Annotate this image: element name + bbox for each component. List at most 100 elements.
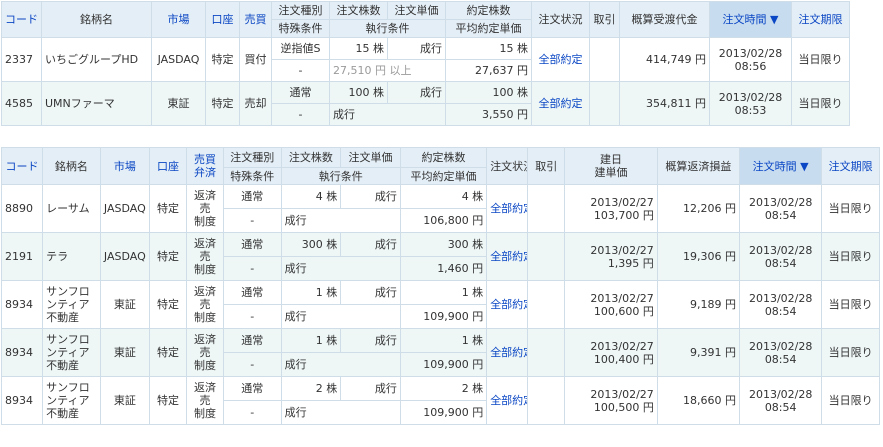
header-avg-price: 平均約定単価 [399, 167, 488, 185]
header-status: 注文状況 [486, 147, 529, 185]
side-line: 制度 [194, 311, 217, 324]
name-line: ンティア [46, 346, 90, 359]
exec-cond-cell: 成行 [280, 304, 401, 329]
header-open: 建日 建単価 [564, 147, 658, 185]
order-type-cell: 通常 [223, 232, 282, 257]
order-date: 2013/02/28 [718, 46, 783, 60]
code-cell: 8934 [0, 280, 44, 329]
price-cell: 成行 [340, 328, 401, 353]
pl-cell: 9,391 円 [656, 328, 741, 377]
status-cell[interactable]: 全部約定 [486, 376, 529, 425]
header-code[interactable]: コード [0, 147, 44, 185]
filled-cell: 100 株 [445, 81, 532, 104]
header-expiry[interactable]: 注文期限 [791, 1, 850, 38]
market-cell: 東証 [151, 81, 206, 126]
status-link[interactable]: 全部約定 [490, 250, 527, 263]
header-code[interactable]: コード [1, 1, 42, 38]
status-link[interactable]: 全部約定 [490, 202, 527, 215]
avg-price-cell: 3,550 円 [445, 103, 532, 126]
open-date: 2013/02/27 [590, 387, 654, 401]
header-time-sort[interactable]: 注文時間 ▼ [739, 147, 823, 185]
filled-cell: 1 株 [399, 280, 488, 305]
header-account[interactable]: 口座 [205, 1, 240, 38]
status-cell[interactable]: 全部約定 [486, 184, 529, 233]
cancel-cell [527, 232, 566, 281]
exec-cond-cell: 成行 [329, 103, 446, 126]
header-market[interactable]: 市場 [99, 147, 151, 185]
open-cell: 2013/02/27 100,500 円 [564, 376, 658, 425]
order-clock: 08:54 [764, 400, 797, 414]
header-open-date: 建日 [600, 153, 623, 166]
header-price: 注文単価 [340, 147, 401, 168]
open-price: 100,500 円 [593, 400, 654, 414]
account-cell: 特定 [149, 232, 188, 281]
order-date: 2013/02/28 [718, 90, 783, 104]
cancel-cell [589, 37, 620, 82]
code-cell: 4585 [1, 81, 42, 126]
side-cell: 返済売制度 [186, 328, 225, 377]
status-link[interactable]: 全部約定 [539, 97, 583, 110]
header-market[interactable]: 市場 [151, 1, 206, 38]
filled-cell: 15 株 [445, 37, 532, 60]
price-cell: 成行 [340, 376, 401, 401]
header-order-type: 注文種別 [223, 147, 282, 168]
time-cell: 2013/02/28 08:53 [709, 81, 792, 126]
account-cell: 特定 [205, 81, 240, 126]
expiry-cell: 当日限り [791, 81, 850, 126]
cancel-cell [527, 280, 566, 329]
side-cell: 返済売制度 [186, 280, 225, 329]
special-cell: - [223, 352, 282, 377]
qty-cell: 4 株 [280, 184, 342, 209]
status-cell[interactable]: 全部約定 [486, 232, 529, 281]
side-line: 売 [199, 346, 211, 359]
expiry-cell: 当日限り [821, 184, 880, 233]
status-cell[interactable]: 全部約定 [531, 37, 590, 82]
open-date: 2013/02/27 [590, 243, 654, 257]
time-cell: 2013/02/28 08:54 [739, 280, 823, 329]
order-date: 2013/02/28 [748, 339, 813, 353]
side-line: 売 [199, 202, 211, 215]
header-side-1[interactable]: 売買 [194, 153, 216, 166]
status-cell[interactable]: 全部約定 [486, 280, 529, 329]
header-qty: 注文株数 [329, 1, 388, 20]
time-cell: 2013/02/28 08:54 [739, 328, 823, 377]
order-clock: 08:56 [734, 59, 767, 73]
status-link[interactable]: 全部約定 [539, 53, 583, 66]
price-cell: 成行 [387, 81, 446, 104]
code-cell: 2191 [0, 232, 44, 281]
header-side[interactable]: 売買 [239, 1, 272, 38]
time-cell: 2013/02/28 08:54 [739, 184, 823, 233]
status-link[interactable]: 全部約定 [490, 394, 527, 407]
order-date: 2013/02/28 [748, 291, 813, 305]
name-line: ンティア [46, 298, 90, 311]
order-clock: 08:54 [764, 304, 797, 318]
pl-cell: 12,206 円 [656, 184, 741, 233]
avg-price-cell: 109,900 円 [399, 352, 488, 377]
filled-cell: 1 株 [399, 328, 488, 353]
status-link[interactable]: 全部約定 [490, 298, 527, 311]
market-cell: JASDAQ [151, 37, 206, 82]
side-line: 返済 [194, 237, 217, 250]
order-clock: 08:54 [764, 208, 797, 222]
table-row: 2337 いちごグループHD JASDAQ 特定 買付 逆指値S 15 株 成行… [1, 37, 850, 82]
status-cell[interactable]: 全部約定 [486, 328, 529, 377]
qty-cell: 300 株 [280, 232, 342, 257]
special-cell: - [223, 400, 282, 425]
open-price: 100,600 円 [593, 304, 654, 318]
header-side-2[interactable]: 弁済 [194, 166, 216, 179]
name-cell: いちごグループHD [41, 37, 152, 82]
header-filled: 約定株数 [399, 147, 488, 168]
header-price: 注文単価 [387, 1, 446, 20]
header-side[interactable]: 売買 弁済 [186, 147, 225, 185]
header-expiry[interactable]: 注文期限 [821, 147, 880, 185]
header-account[interactable]: 口座 [149, 147, 188, 185]
code-cell: 2337 [1, 37, 42, 82]
status-cell[interactable]: 全部約定 [531, 81, 590, 126]
status-link[interactable]: 全部約定 [490, 346, 527, 359]
account-cell: 特定 [149, 184, 188, 233]
qty-cell: 100 株 [329, 81, 388, 104]
header-time-sort[interactable]: 注文時間 ▼ [709, 1, 792, 38]
name-cell: UMNファーマ [41, 81, 152, 126]
account-cell: 特定 [149, 376, 188, 425]
header-open-price: 建単価 [594, 166, 628, 179]
